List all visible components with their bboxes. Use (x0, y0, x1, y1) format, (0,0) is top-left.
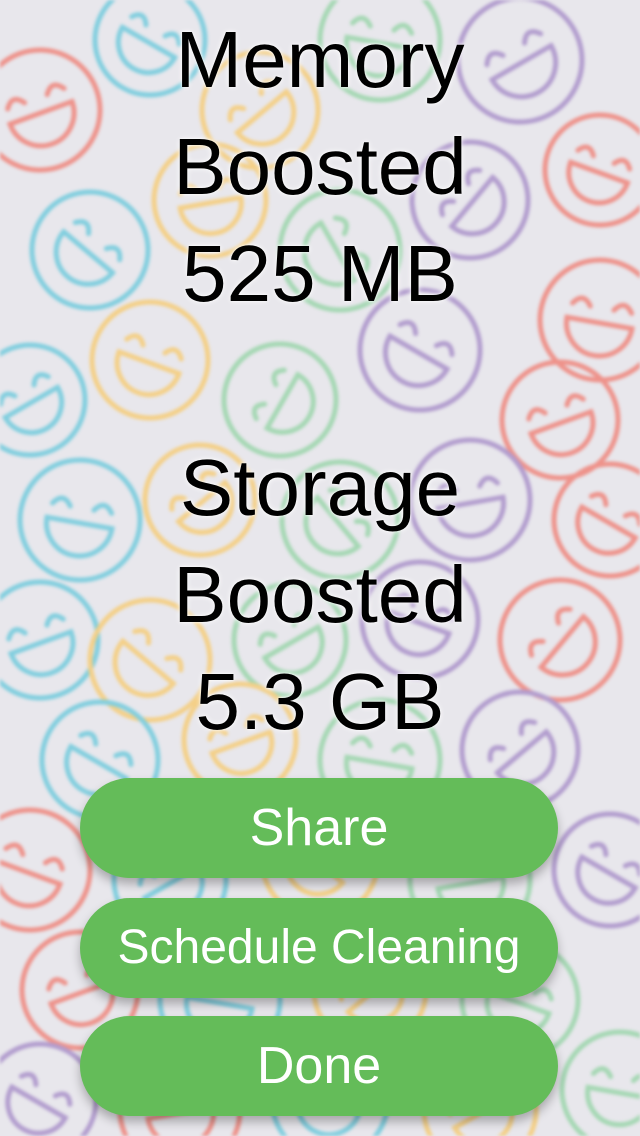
laughing-face-icon (559, 1029, 640, 1136)
storage-amount: 5.3 GB (195, 657, 445, 746)
done-button[interactable]: Done (80, 1016, 558, 1116)
storage-label-line1: Storage (179, 443, 461, 532)
memory-label-line2: Boosted (173, 122, 467, 211)
storage-boosted-summary: Storage Boosted 5.3 GB (0, 434, 640, 755)
memory-boosted-summary: Memory Boosted 525 MB (0, 6, 640, 327)
schedule-cleaning-button[interactable]: Schedule Cleaning (80, 898, 558, 998)
memory-amount: 525 MB (182, 229, 458, 318)
share-button[interactable]: Share (80, 778, 558, 878)
storage-label-line2: Boosted (173, 550, 467, 639)
memory-label-line1: Memory (175, 15, 465, 104)
